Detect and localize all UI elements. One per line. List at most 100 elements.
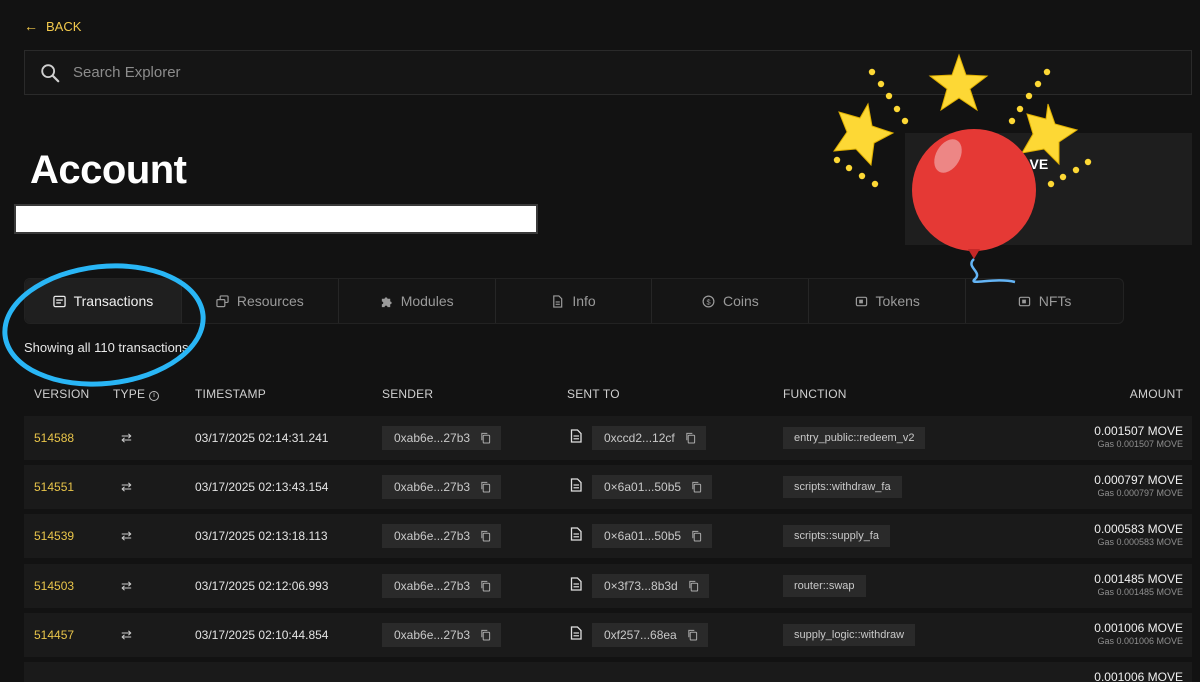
table-row[interactable]: 514588 ⇄ 03/17/2025 02:14:31.241 0xab6e...2… [24, 416, 1192, 460]
document-icon [570, 527, 582, 542]
tab-transactions[interactable]: Transactions [25, 279, 182, 323]
copy-icon[interactable] [685, 432, 696, 444]
page-title: Account [30, 148, 187, 192]
highlight-circle-annotation [0, 253, 212, 397]
tab-modules[interactable]: Modules [339, 279, 496, 323]
amount-value: 0.000583 MOVE [1094, 522, 1183, 537]
tab-label: Tokens [875, 293, 920, 309]
tab-coins[interactable]: $ Coins [652, 279, 810, 323]
back-link[interactable]: ← BACK [24, 18, 81, 34]
gas-value: Gas 0.000583 MOVE [1097, 537, 1183, 548]
header-amount: AMOUNT [1129, 387, 1183, 401]
amount: 0.000797 MOVE Gas 0.000797 MOVE [1094, 473, 1183, 498]
header-type-label: TYPE [113, 387, 146, 401]
recipient-address[interactable]: 0xccd2...12cf [592, 426, 706, 450]
timestamp: 03/17/2025 02:12:06.993 [195, 578, 329, 593]
recipient-address[interactable]: 0×6a01...50b5 [592, 475, 713, 500]
transaction-count: Showing all 110 transactions [24, 340, 189, 355]
gas-value: Gas 0.001485 MOVE [1097, 586, 1183, 597]
header-sent-to: SENT TO [567, 387, 620, 401]
tab-info[interactable]: Info [496, 279, 653, 323]
account-tabs: Transactions Resources Modules Info $ Co… [24, 278, 1124, 324]
svg-text:$: $ [706, 297, 710, 306]
sender-text: 0xab6e...27b3 [394, 480, 471, 495]
sender-address[interactable]: 0xab6e...27b3 [382, 524, 502, 549]
function-badge[interactable]: scripts::supply_fa [783, 525, 890, 548]
function-badge[interactable]: scripts::withdraw_fa [783, 476, 902, 499]
tab-resources[interactable]: Resources [182, 279, 339, 323]
table-row[interactable]: 514457 ⇄ 03/17/2025 02:10:44.854 0xab6e...2… [24, 612, 1192, 657]
header-function: FUNCTION [783, 387, 847, 401]
copy-icon[interactable] [480, 580, 491, 592]
copy-icon[interactable] [480, 530, 491, 542]
amount-value: 0.001485 MOVE [1094, 571, 1183, 586]
function-badge[interactable]: supply_logic::withdraw [783, 623, 916, 646]
sender-text: 0xab6e...27b3 [394, 627, 471, 642]
document-icon [570, 478, 582, 492]
copy-icon[interactable] [688, 580, 699, 592]
search-input[interactable] [73, 64, 973, 81]
recipient-address[interactable]: 0×6a01...50b5 [592, 524, 713, 549]
sender-text: 0xab6e...27b3 [394, 431, 471, 445]
table-row[interactable]: 514539 ⇄ 03/17/2025 02:13:18.113 0xab6e...2… [24, 514, 1192, 559]
amount: 0.001507 MOVE Gas 0.001507 MOVE [1094, 424, 1183, 449]
document-icon [570, 429, 582, 443]
puzzle-icon [381, 296, 392, 307]
sender-address[interactable]: 0xab6e...27b3 [382, 426, 502, 450]
search-bar[interactable] [24, 50, 1192, 95]
sender-address[interactable]: 0xab6e...27b3 [382, 622, 502, 647]
version-link[interactable]: 514503 [34, 579, 74, 593]
coin-icon: $ [702, 295, 715, 307]
header-sender: SENDER [382, 387, 434, 401]
arrow-left-icon: ← [24, 18, 38, 34]
recipient-text: 0xf257...68ea [604, 627, 677, 642]
swap-arrows-icon: ⇄ [121, 528, 132, 544]
amount-value: 0.000797 MOVE [1094, 473, 1183, 488]
recipient-text: 0xccd2...12cf [604, 431, 675, 445]
amount: 0.001006 MOVE Gas 0.001006 MOVE [1094, 621, 1183, 646]
header-type: TYPE i [113, 387, 160, 401]
tab-label: Modules [400, 293, 454, 309]
function-text: scripts::withdraw_fa [794, 481, 891, 494]
function-badge[interactable]: router::swap [783, 574, 866, 597]
redacted-address [14, 204, 538, 234]
amount-value: 0.001507 MOVE [1094, 424, 1183, 438]
copy-icon[interactable] [480, 629, 491, 641]
copy-icon[interactable] [480, 481, 491, 493]
copy-icon[interactable] [691, 481, 702, 493]
function-badge[interactable]: entry_public::redeem_v2 [783, 427, 926, 449]
amount: 0.001485 MOVE Gas 0.001485 MOVE [1094, 572, 1183, 597]
sender-text: 0xab6e...27b3 [394, 578, 471, 593]
copy-icon[interactable] [480, 432, 491, 444]
back-label: BACK [46, 18, 82, 34]
copy-icon[interactable] [687, 629, 698, 641]
table-row[interactable]: 514551 ⇄ 03/17/2025 02:13:43.154 0xab6e...2… [24, 465, 1192, 510]
table-row[interactable]: 514503 ⇄ 03/17/2025 02:12:06.993 0xab6e...2… [24, 563, 1192, 608]
recipient-address[interactable]: 0×3f73...8b3d [592, 573, 709, 598]
function-text: supply_logic::withdraw [794, 628, 905, 641]
table-row[interactable]: 0.001006 MOVE [24, 662, 1192, 682]
version-link[interactable]: 514457 [34, 628, 74, 642]
gas-value: Gas 0.001006 MOVE [1097, 635, 1183, 646]
version-link[interactable]: 514539 [34, 529, 74, 543]
search-icon [41, 63, 60, 82]
nft-icon [1018, 296, 1030, 306]
info-icon[interactable]: i [149, 391, 160, 401]
swap-arrows-icon: ⇄ [121, 479, 132, 495]
document-icon [553, 294, 563, 308]
function-text: entry_public::redeem_v2 [794, 432, 915, 444]
amount: 0.001006 MOVE [1094, 670, 1183, 682]
version-link[interactable]: 514588 [34, 431, 74, 445]
timestamp: 03/17/2025 02:13:43.154 [195, 480, 329, 495]
tab-nfts[interactable]: NFTs [966, 279, 1123, 323]
sender-address[interactable]: 0xab6e...27b3 [382, 475, 502, 500]
version-link[interactable]: 514551 [34, 480, 74, 494]
timestamp: 03/17/2025 02:13:18.113 [195, 529, 328, 544]
document-icon [570, 576, 582, 591]
sender-address[interactable]: 0xab6e...27b3 [382, 573, 502, 598]
gas-value: Gas 0.000797 MOVE [1097, 488, 1183, 499]
list-icon [52, 295, 66, 307]
tab-tokens[interactable]: Tokens [809, 279, 967, 323]
recipient-address[interactable]: 0xf257...68ea [592, 622, 708, 647]
copy-icon[interactable] [691, 530, 702, 542]
